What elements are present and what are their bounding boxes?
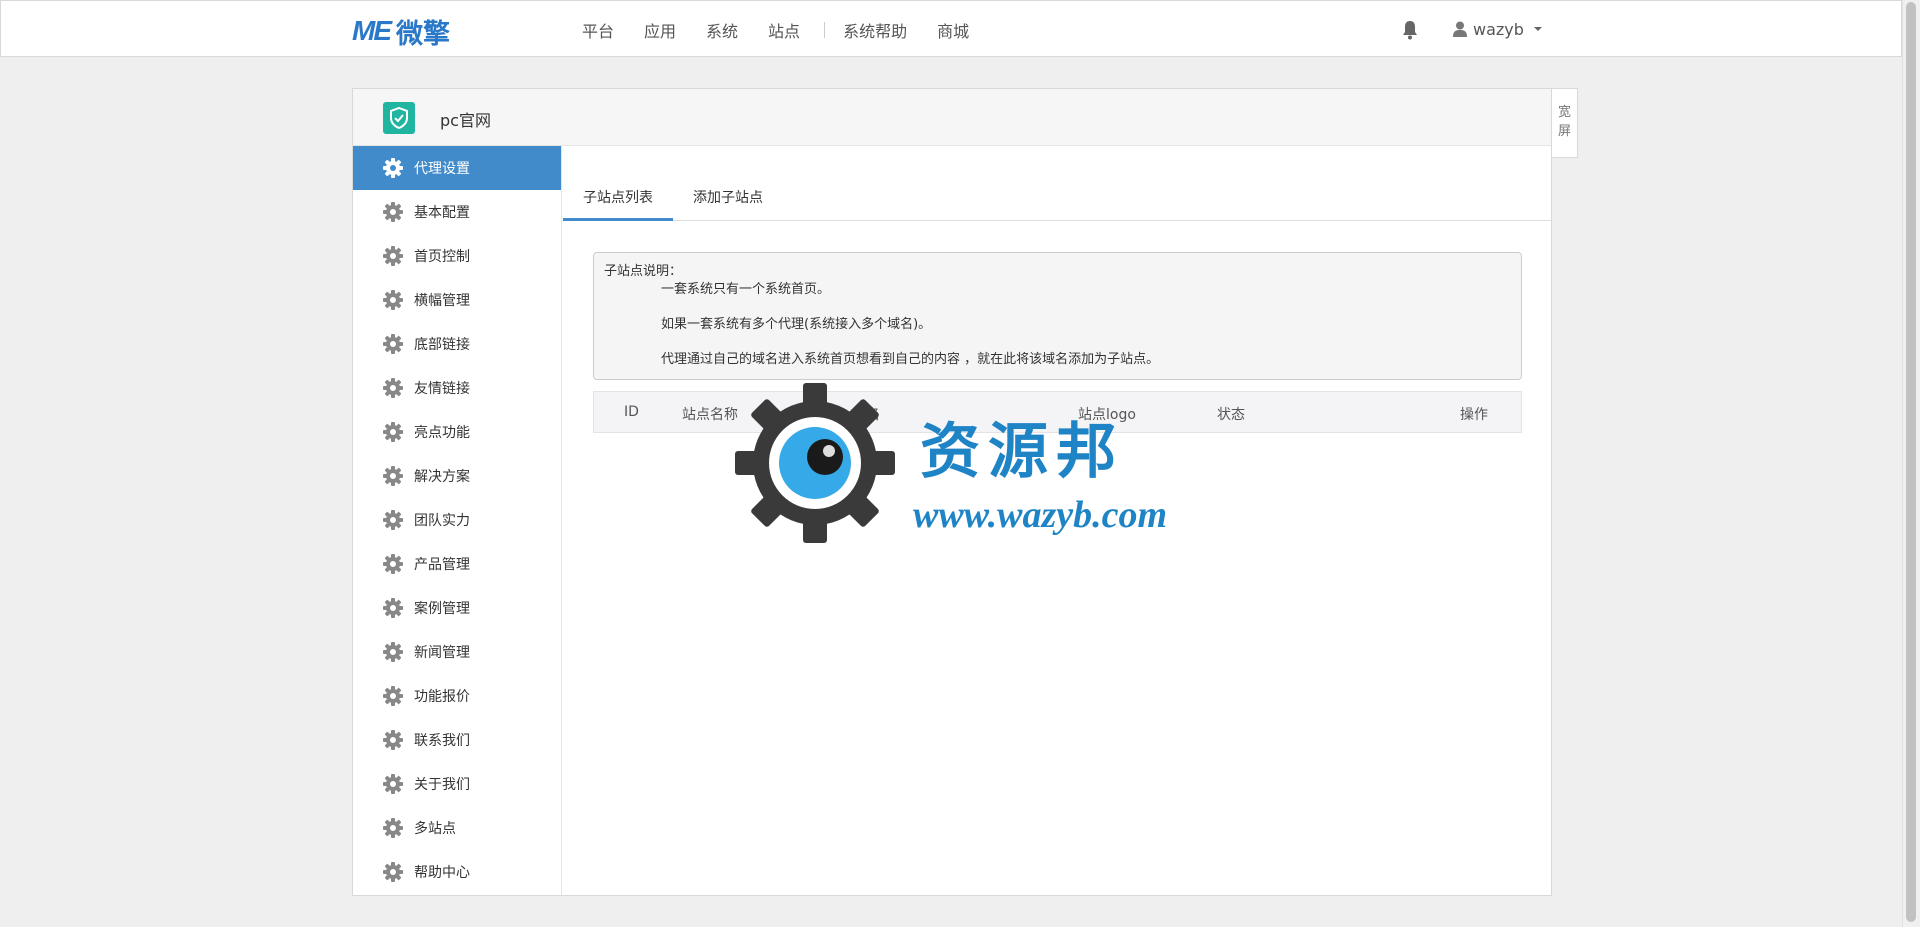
gear-icon — [383, 422, 403, 442]
widescreen-label: 宽屏 — [1557, 105, 1571, 139]
tab-add-subsite[interactable]: 添加子站点 — [673, 176, 783, 221]
notice-title: 子站点说明： — [604, 264, 683, 279]
app-logo[interactable]: ME 微擎 — [352, 15, 450, 50]
sidebar-item-label: 底部链接 — [414, 337, 470, 353]
subsite-notice: 子站点说明： 一套系统只有一个系统首页。 如果一套系统有多个代理(系统接入多个域… — [593, 252, 1522, 380]
sidebar-item-label: 代理设置 — [414, 161, 470, 177]
gear-icon — [383, 730, 403, 750]
sidebar-item[interactable]: 友情链接 — [353, 366, 561, 410]
sidebar-item-label: 基本配置 — [414, 205, 470, 221]
sidebar-item[interactable]: 关于我们 — [353, 762, 561, 806]
notice-line: 如果一套系统有多个代理(系统接入多个域名)。 — [661, 317, 932, 332]
sidebar-item[interactable]: 代理设置 — [353, 146, 561, 190]
gear-icon — [383, 686, 403, 706]
sidebar-item-label: 首页控制 — [414, 249, 470, 265]
gear-icon — [383, 290, 403, 310]
sidebar-item[interactable]: 底部链接 — [353, 322, 561, 366]
gear-icon — [383, 642, 403, 662]
nav-link-sites[interactable]: 站点 — [768, 18, 800, 42]
sidebar-item-label: 案例管理 — [414, 601, 470, 617]
sidebar-item[interactable]: 团队实力 — [353, 498, 561, 542]
gear-icon — [383, 334, 403, 354]
gear-icon — [383, 378, 403, 398]
sidebar-item[interactable]: 产品管理 — [353, 542, 561, 586]
nav-divider — [824, 21, 826, 38]
nav-link-store[interactable]: 商城 — [937, 18, 969, 42]
sidebar-item-label: 横幅管理 — [414, 293, 470, 309]
sidebar-item[interactable]: 横幅管理 — [353, 278, 561, 322]
tab-subsite-list[interactable]: 子站点列表 — [563, 176, 673, 221]
sidebar-item[interactable]: 联系我们 — [353, 718, 561, 762]
nav-link-platform[interactable]: 平台 — [582, 18, 614, 42]
column-header-status: 状态 — [1217, 407, 1245, 423]
column-header-site-name: 站点名称 — [682, 407, 738, 423]
sidebar-item-label: 关于我们 — [414, 777, 470, 793]
username: wazyb — [1473, 19, 1524, 39]
shield-check-icon — [383, 102, 415, 134]
logo-mark: ME — [352, 15, 392, 46]
gear-icon — [383, 862, 403, 882]
gear-icon — [383, 466, 403, 486]
sidebar-item-label: 解决方案 — [414, 469, 470, 485]
sidebar-item-label: 产品管理 — [414, 557, 470, 573]
gear-icon — [383, 774, 403, 794]
watermark-title: 资源邦 — [920, 417, 1124, 487]
column-header-id: ID — [624, 404, 639, 420]
site-name: pc官网 — [440, 111, 491, 130]
sidebar-item[interactable]: 功能报价 — [353, 674, 561, 718]
widescreen-toggle[interactable]: 宽屏 — [1552, 88, 1578, 158]
gear-eye-logo-icon — [735, 383, 895, 543]
panel-header: pc官网 — [353, 89, 1551, 146]
sidebar-item[interactable]: 多站点 — [353, 806, 561, 850]
sidebar-item-label: 团队实力 — [414, 513, 470, 529]
sidebar-item[interactable]: 案例管理 — [353, 586, 561, 630]
gear-icon — [383, 202, 403, 222]
sidebar-item[interactable]: 帮助中心 — [353, 850, 561, 894]
sidebar-item[interactable]: 新闻管理 — [353, 630, 561, 674]
scrollbar-thumb[interactable] — [1906, 2, 1916, 922]
sidebar-item-label: 新闻管理 — [414, 645, 470, 661]
gear-icon — [383, 158, 403, 178]
bell-icon[interactable] — [1401, 20, 1419, 40]
notice-line: 一套系统只有一个系统首页。 — [661, 282, 831, 297]
sidebar-item-label: 帮助中心 — [414, 865, 470, 881]
nav-links: 平台 应用 系统 站点 系统帮助 商城 — [582, 1, 999, 58]
sidebar-item-label: 功能报价 — [414, 689, 470, 705]
tab-bar: 子站点列表 添加子站点 — [563, 176, 1551, 221]
sidebar-item-label: 友情链接 — [414, 381, 470, 397]
sidebar-item-label: 多站点 — [414, 821, 456, 837]
user-menu[interactable]: wazyb — [1453, 17, 1542, 41]
notice-line: 代理通过自己的域名进入系统首页想看到自己的内容 ，就在此将该域名添加为子站点。 — [661, 352, 1160, 367]
gear-icon — [383, 510, 403, 530]
sidebar-item-label: 联系我们 — [414, 733, 470, 749]
watermark: 资源邦 www.wazyb.com — [735, 383, 1195, 543]
sidebar-item[interactable]: 首页控制 — [353, 234, 561, 278]
sidebar: 代理设置基本配置首页控制横幅管理底部链接友情链接亮点功能解决方案团队实力产品管理… — [353, 146, 562, 895]
sidebar-item[interactable]: 解决方案 — [353, 454, 561, 498]
nav-link-help[interactable]: 系统帮助 — [843, 18, 907, 42]
logo-text: 微擎 — [396, 18, 450, 50]
caret-down-icon — [1533, 27, 1542, 31]
sidebar-item[interactable]: 亮点功能 — [353, 410, 561, 454]
gear-icon — [383, 818, 403, 838]
column-header-actions: 操作 — [1460, 407, 1488, 423]
watermark-url: www.wazyb.com — [913, 494, 1168, 536]
user-icon — [1453, 21, 1467, 37]
sidebar-item[interactable]: 基本配置 — [353, 190, 561, 234]
gear-icon — [383, 598, 403, 618]
gear-icon — [383, 554, 403, 574]
nav-link-apps[interactable]: 应用 — [644, 18, 676, 42]
gear-icon — [383, 246, 403, 266]
top-navbar: ME 微擎 平台 应用 系统 站点 系统帮助 商城 wazyb — [0, 0, 1902, 57]
nav-link-system[interactable]: 系统 — [706, 18, 738, 42]
sidebar-item-label: 亮点功能 — [414, 425, 470, 441]
